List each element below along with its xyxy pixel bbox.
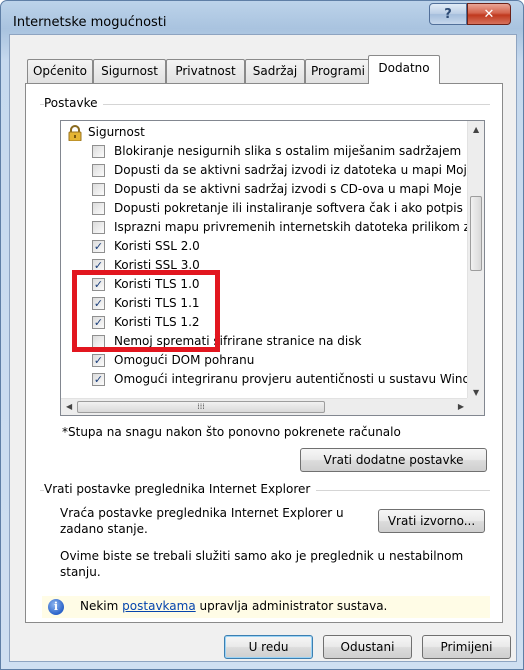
setting-item[interactable]: ✓ Omogući DOM pohranu <box>61 351 469 370</box>
setting-item[interactable]: Blokiranje nesigurnih slika s ostalim mi… <box>61 142 469 161</box>
help-button[interactable]: ? <box>429 3 467 25</box>
info-suffix: upravlja administrator sustava. <box>199 599 388 613</box>
setting-item[interactable]: ✓ Koristi TLS 1.1 <box>61 294 469 313</box>
setting-label: Dopusti da se aktivni sadržaj izvodi s C… <box>114 182 462 196</box>
vertical-scrollbar[interactable]: ▲ ▼ <box>467 121 484 400</box>
setting-checkbox[interactable] <box>92 145 105 158</box>
info-icon: i <box>48 599 64 615</box>
cancel-button[interactable]: Odustani <box>323 635 412 659</box>
setting-checkbox[interactable] <box>92 221 105 234</box>
restore-advanced-settings-button[interactable]: Vrati dodatne postavke <box>300 448 487 472</box>
info-prefix: Nekim <box>80 599 119 613</box>
setting-item[interactable]: Dopusti pokretanje ili instaliranje soft… <box>61 199 469 218</box>
settings-link[interactable]: postavkama <box>122 599 196 613</box>
setting-item[interactable]: ✓ Omogući integriranu provjeru autentično… <box>61 370 469 389</box>
setting-label: Koristi TLS 1.0 <box>114 277 200 291</box>
settings-group-label: Postavke <box>44 96 104 110</box>
setting-item[interactable]: Isprazni mapu privremenih internetskih d… <box>61 218 469 237</box>
setting-item[interactable]: Nemoj spremati šifrirane stranice na dis… <box>61 332 469 351</box>
close-button[interactable]: ✕ <box>467 3 511 25</box>
setting-label: Koristi TLS 1.1 <box>114 296 200 310</box>
setting-checkbox[interactable]: ✓ <box>92 278 105 291</box>
vertical-scroll-thumb[interactable] <box>470 196 482 271</box>
tab-label: Privatnost <box>175 64 236 78</box>
scroll-up-arrow-icon[interactable]: ▲ <box>473 125 479 134</box>
admin-info-bar: i Nekim postavkama upravlja administrato… <box>42 596 490 618</box>
tab-opcenito[interactable]: Općenito <box>27 59 93 83</box>
setting-checkbox[interactable]: ✓ <box>92 316 105 329</box>
tab-label: Programi <box>311 64 365 78</box>
category-label: Sigurnost <box>88 125 145 139</box>
setting-item[interactable]: Dopusti da se aktivni sadržaj izvodi s C… <box>61 180 469 199</box>
lock-icon <box>68 125 82 141</box>
window-title: Internetske mogućnosti <box>13 15 167 30</box>
tab-sigurnost[interactable]: Sigurnost <box>93 59 166 83</box>
setting-checkbox[interactable]: ✓ <box>92 240 105 253</box>
reset-description: Vraća postavke preglednika Internet Expl… <box>60 506 344 536</box>
tab-label: Dodatno <box>378 61 430 75</box>
tab-label: Općenito <box>32 64 88 78</box>
setting-item[interactable]: ✓ Koristi TLS 1.2 <box>61 313 469 332</box>
ok-button[interactable]: U redu <box>224 635 313 659</box>
close-icon: ✕ <box>483 6 495 22</box>
setting-checkbox[interactable]: ✓ <box>92 354 105 367</box>
horizontal-scroll-thumb[interactable]: ⁞⁞⁞ <box>77 401 325 413</box>
setting-label: Koristi SSL 2.0 <box>114 239 200 253</box>
restart-note: *Stupa na snagu nakon što ponovno pokren… <box>62 425 401 439</box>
setting-label: Dopusti pokretanje ili instaliranje soft… <box>114 201 463 215</box>
reset-button[interactable]: Vrati izvorno... <box>378 509 485 533</box>
tab-label: Sadržaj <box>252 64 298 78</box>
setting-checkbox[interactable] <box>92 335 105 348</box>
scroll-right-arrow-icon[interactable]: ▶ <box>458 402 464 411</box>
reset-group-label: Vrati postavke preglednika Internet Expl… <box>44 482 317 496</box>
setting-label: Blokiranje nesigurnih slika s ostalim mi… <box>114 144 462 158</box>
scrollbar-corner <box>467 398 484 415</box>
tab-label: Sigurnost <box>101 64 158 78</box>
setting-checkbox[interactable]: ✓ <box>92 259 105 272</box>
apply-button[interactable]: Primijeni <box>422 635 511 659</box>
scroll-down-arrow-icon[interactable]: ▼ <box>473 388 479 397</box>
tab-programi[interactable]: Programi <box>305 59 371 83</box>
setting-item[interactable]: ✓ Koristi SSL 3.0 <box>61 256 469 275</box>
list-category-security[interactable]: Sigurnost <box>61 123 469 142</box>
title-bar[interactable]: Internetske mogućnosti ? ✕ <box>1 1 523 35</box>
setting-label: Dopusti da se aktivni sadržaj izvodi iz … <box>114 163 467 177</box>
horizontal-scrollbar[interactable]: ◀ ⁞⁞⁞ ▶ <box>61 398 469 415</box>
tab-privatnost[interactable]: Privatnost <box>166 59 245 83</box>
setting-checkbox[interactable]: ✓ <box>92 297 105 310</box>
setting-item[interactable]: ✓ Koristi SSL 2.0 <box>61 237 469 256</box>
setting-item[interactable]: ✓ Koristi TLS 1.0 <box>61 275 469 294</box>
setting-item[interactable]: Dopusti da se aktivni sadržaj izvodi iz … <box>61 161 469 180</box>
setting-checkbox[interactable] <box>92 183 105 196</box>
setting-label: Nemoj spremati šifrirane stranice na dis… <box>114 334 362 348</box>
tab-dodatno[interactable]: Dodatno <box>368 55 440 84</box>
setting-label: Koristi SSL 3.0 <box>114 258 200 272</box>
setting-checkbox[interactable] <box>92 202 105 215</box>
tab-sadrzaj[interactable]: Sadržaj <box>245 59 305 83</box>
setting-checkbox[interactable]: ✓ <box>92 373 105 386</box>
setting-label: Koristi TLS 1.2 <box>114 315 200 329</box>
setting-checkbox[interactable] <box>92 164 105 177</box>
scroll-left-arrow-icon[interactable]: ◀ <box>66 402 72 411</box>
settings-group-line <box>40 104 490 105</box>
setting-label: Omogući integriranu provjeru autentičnos… <box>114 372 469 386</box>
help-icon: ? <box>444 6 452 22</box>
setting-label: Omogući DOM pohranu <box>114 353 255 367</box>
setting-label: Isprazni mapu privremenih internetskih d… <box>114 220 469 234</box>
settings-tree-list[interactable]: Sigurnost Blokiranje nesigurnih slika s … <box>60 120 485 416</box>
reset-warning: Ovime biste se trebali služiti samo ako … <box>60 549 464 579</box>
info-bar-text: Nekim postavkama upravlja administrator … <box>80 599 387 613</box>
